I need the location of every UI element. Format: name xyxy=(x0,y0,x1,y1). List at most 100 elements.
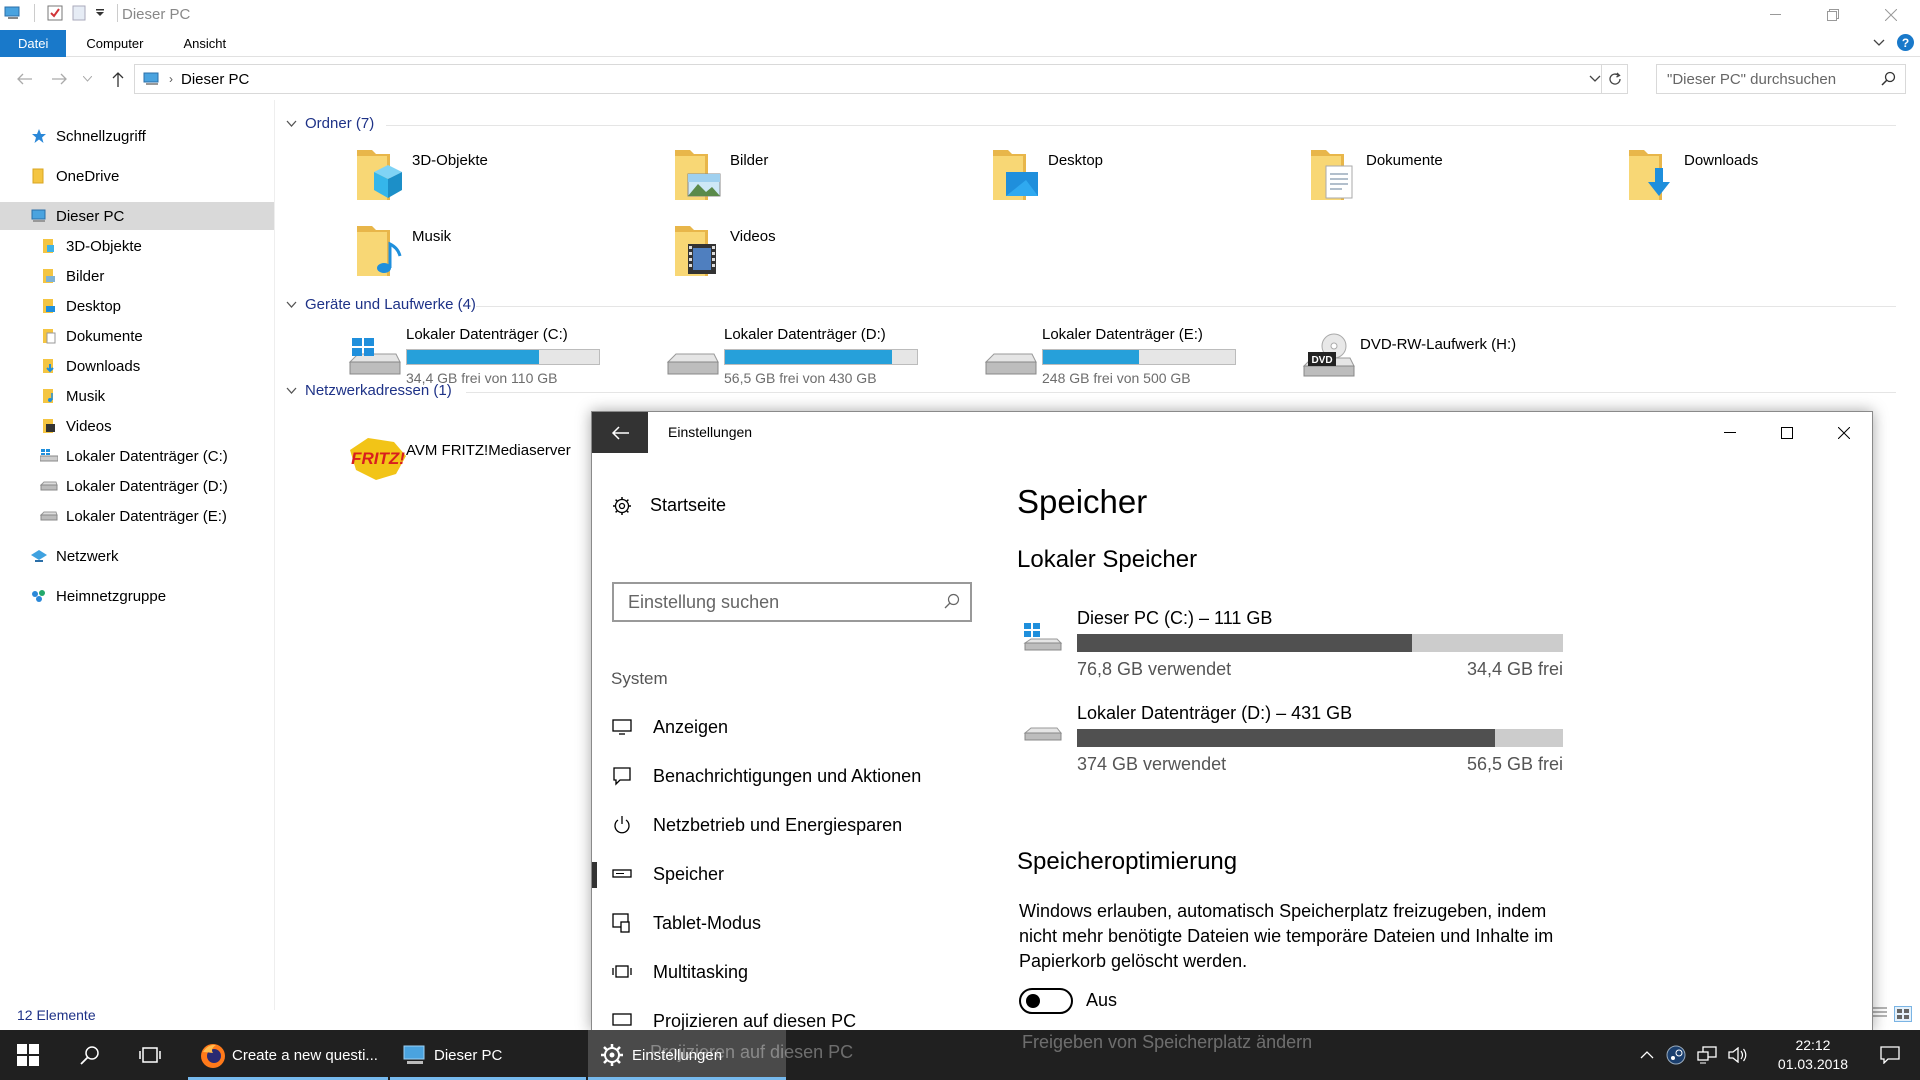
nav-item-onedrive[interactable]: OneDrive xyxy=(30,162,119,190)
start-button[interactable] xyxy=(0,1030,56,1080)
settings-nav-multitasking[interactable]: Multitasking xyxy=(592,952,992,992)
drive-name: Lokaler Datenträger (C:) xyxy=(406,326,568,343)
nav-item-videos[interactable]: Videos xyxy=(40,412,112,440)
settings-nav-storage[interactable]: Speicher xyxy=(592,854,992,894)
nav-item-homegroup[interactable]: Heimnetzgruppe xyxy=(30,582,166,610)
forward-arrow-icon[interactable] xyxy=(48,68,72,90)
settings-nav-tablet-mode[interactable]: Tablet-Modus xyxy=(592,903,992,943)
group-divider xyxy=(476,306,1896,307)
new-folder-icon[interactable] xyxy=(71,5,87,21)
storage-drive-name: Lokaler Datenträger (D:) – 431 GB xyxy=(1077,703,1353,723)
drive-tile-c[interactable]: Lokaler Datenträger (C:) 34,4 GB frei vo… xyxy=(346,326,646,386)
tab-view[interactable]: Ansicht xyxy=(163,30,246,57)
chevron-down-icon[interactable] xyxy=(286,301,297,309)
breadcrumb[interactable]: Dieser PC xyxy=(181,71,249,88)
network-tray-icon[interactable] xyxy=(1692,1030,1722,1080)
settings-nav-project[interactable]: Projizieren auf diesen PC xyxy=(592,1001,992,1031)
explorer-app-icon[interactable] xyxy=(4,5,22,21)
home-link[interactable]: Startseite xyxy=(612,495,726,516)
refresh-icon[interactable] xyxy=(1601,65,1627,93)
recent-locations-icon[interactable] xyxy=(80,68,94,90)
drive-tile-e[interactable]: Lokaler Datenträger (E:) 248 GB frei von… xyxy=(982,326,1282,386)
minimize-button[interactable] xyxy=(1746,0,1804,30)
settings-nav-display[interactable]: Anzeigen xyxy=(592,707,992,747)
storage-usage-fill xyxy=(1077,634,1413,652)
folder-tile-music[interactable]: Musik xyxy=(354,218,654,282)
back-arrow-icon[interactable] xyxy=(12,68,36,90)
ribbon-expand-icon[interactable] xyxy=(1872,35,1886,49)
nav-item-drive-e[interactable]: Lokaler Datenträger (E:) xyxy=(40,502,227,530)
close-button[interactable] xyxy=(1862,0,1920,30)
close-button[interactable] xyxy=(1815,412,1872,453)
address-bar[interactable]: › Dieser PC xyxy=(134,64,1628,94)
storage-drive-d[interactable]: Lokaler Datenträger (D:) – 431 GB 374 GB… xyxy=(1017,703,1577,783)
storage-drive-c[interactable]: Dieser PC (C:) – 111 GB 76,8 GB verwende… xyxy=(1017,608,1577,688)
dvd-drive-icon: DVD xyxy=(1300,332,1356,380)
nav-item-network[interactable]: Netzwerk xyxy=(30,542,119,570)
nav-item-drive-d[interactable]: Lokaler Datenträger (D:) xyxy=(40,472,228,500)
folder-tile-pictures[interactable]: Bilder xyxy=(672,142,972,206)
restore-button[interactable] xyxy=(1804,0,1862,30)
item-count: 12 Elemente xyxy=(17,1007,96,1023)
large-icons-view-icon[interactable] xyxy=(1894,1006,1912,1022)
volume-icon[interactable] xyxy=(1724,1030,1752,1080)
folder-tile-videos[interactable]: Videos xyxy=(672,218,972,282)
settings-nav-label: Netzbetrieb und Energiesparen xyxy=(653,814,903,835)
group-header-folders[interactable]: Ordner (7) xyxy=(286,115,374,132)
search-input[interactable]: "Dieser PC" durchsuchen xyxy=(1656,64,1906,94)
properties-icon[interactable] xyxy=(47,5,63,21)
clock[interactable]: 22:12 01.03.2018 xyxy=(1778,1036,1848,1074)
nav-item-music[interactable]: Musik xyxy=(40,382,105,410)
drive-tile-dvd[interactable]: DVD DVD-RW-Laufwerk (H:) xyxy=(1300,326,1600,386)
drive-tile-d[interactable]: Lokaler Datenträger (D:) 56,5 GB frei vo… xyxy=(664,326,964,386)
nav-item-3d-objects[interactable]: 3D-Objekte xyxy=(40,232,142,260)
breadcrumb-chevron-icon[interactable]: › xyxy=(169,72,173,86)
explorer-icon xyxy=(402,1043,428,1067)
help-button[interactable]: ? xyxy=(1897,34,1914,51)
folder-tile-3d-objects[interactable]: 3D-Objekte xyxy=(354,142,654,206)
customize-qat-icon[interactable] xyxy=(95,8,105,18)
tab-computer[interactable]: Computer xyxy=(66,30,163,57)
nav-item-documents[interactable]: Dokumente xyxy=(40,322,143,350)
storage-sense-toggle[interactable] xyxy=(1019,988,1073,1014)
search-icon[interactable] xyxy=(944,593,960,609)
taskbar-app-firefox[interactable]: Create a new questi... xyxy=(188,1030,388,1080)
folder-tile-desktop[interactable]: Desktop xyxy=(990,142,1290,206)
group-header-drives[interactable]: Geräte und Laufwerke (4) xyxy=(286,296,476,313)
nav-item-downloads[interactable]: Downloads xyxy=(40,352,140,380)
drive-usage-bar xyxy=(406,349,600,365)
folder-tile-downloads[interactable]: Downloads xyxy=(1626,142,1920,206)
storage-free: 56,5 GB frei xyxy=(1466,754,1563,774)
group-label: Ordner (7) xyxy=(305,115,375,132)
nav-item-this-pc[interactable]: Dieser PC xyxy=(0,202,274,230)
nav-item-drive-c[interactable]: Lokaler Datenträger (C:) xyxy=(40,442,228,470)
group-header-network[interactable]: Netzwerkadressen (1) xyxy=(286,382,452,399)
tray-overflow-chevron-icon[interactable] xyxy=(1634,1030,1660,1080)
steam-icon[interactable] xyxy=(1662,1030,1690,1080)
search-button[interactable] xyxy=(64,1030,116,1080)
settings-nav-power[interactable]: Netzbetrieb und Energiesparen xyxy=(592,805,992,845)
settings-nav-label: Projizieren auf diesen PC xyxy=(653,1010,857,1031)
search-icon[interactable] xyxy=(1881,71,1897,87)
tab-file[interactable]: Datei xyxy=(0,30,67,57)
details-view-icon[interactable] xyxy=(1872,1006,1888,1022)
up-arrow-icon[interactable] xyxy=(106,68,130,90)
back-button[interactable] xyxy=(592,412,648,453)
window-controls xyxy=(1746,0,1920,30)
action-center-button[interactable] xyxy=(1866,1030,1914,1080)
ghost-settings-item-label: Projizieren auf diesen PC xyxy=(650,1042,854,1062)
chevron-down-icon[interactable] xyxy=(286,387,297,395)
chevron-down-icon[interactable] xyxy=(286,120,297,128)
settings-search-input[interactable]: Einstellung suchen xyxy=(612,582,972,622)
address-dropdown-icon[interactable] xyxy=(1589,71,1601,85)
task-view-button[interactable] xyxy=(124,1030,176,1080)
dvd-badge: DVD xyxy=(1311,355,1332,366)
folder-tile-documents[interactable]: Dokumente xyxy=(1308,142,1608,206)
settings-nav-notifications[interactable]: Benachrichtigungen und Aktionen xyxy=(592,756,992,796)
nav-item-pictures[interactable]: Bilder xyxy=(40,262,104,290)
maximize-button[interactable] xyxy=(1758,412,1815,453)
taskbar-app-explorer[interactable]: Dieser PC xyxy=(390,1030,586,1080)
nav-item-quick-access[interactable]: Schnellzugriff xyxy=(30,122,146,150)
minimize-button[interactable] xyxy=(1701,412,1758,453)
nav-item-desktop[interactable]: Desktop xyxy=(40,292,121,320)
